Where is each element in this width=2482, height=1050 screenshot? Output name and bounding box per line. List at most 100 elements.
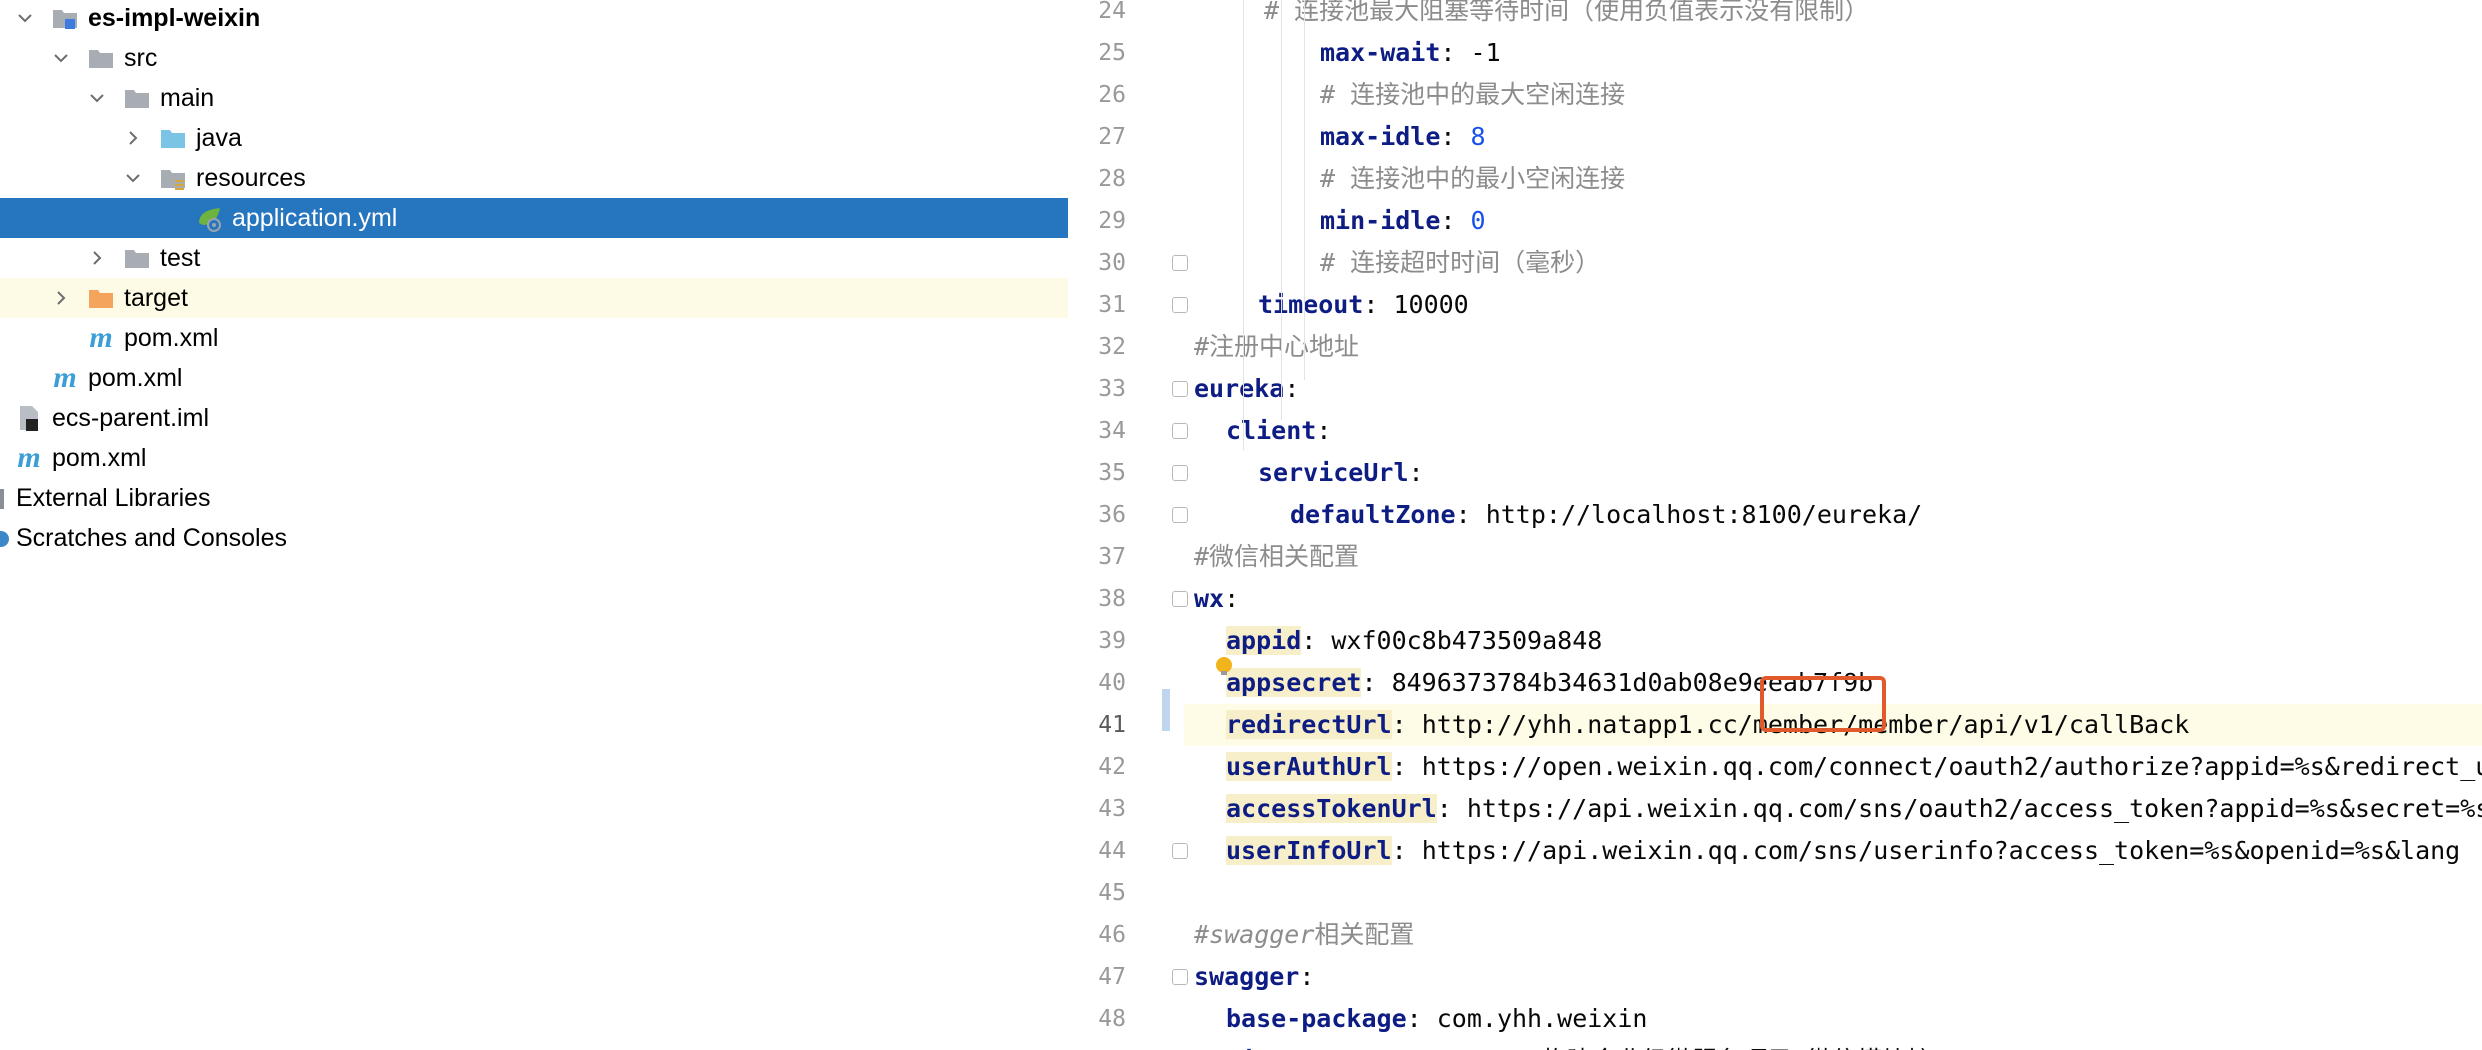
- tree-item[interactable]: External Libraries: [0, 478, 1068, 518]
- gutter-line[interactable]: 49: [1068, 1040, 1184, 1050]
- tree-item-label: pom.xml: [52, 444, 147, 472]
- yaml-key: appsecret: [1226, 668, 1362, 697]
- line-number: 34: [1098, 418, 1126, 444]
- code-line[interactable]: userAuthUrl: https://open.weixin.qq.com/…: [1184, 746, 2482, 788]
- gutter-line[interactable]: 38: [1068, 578, 1188, 620]
- code-line[interactable]: userInfoUrl: https://api.weixin.qq.com/s…: [1184, 830, 2482, 872]
- iml-file-icon: [14, 403, 44, 433]
- tree-item[interactable]: ecs-parent.iml: [0, 398, 1068, 438]
- line-number: 39: [1098, 628, 1126, 654]
- code-line[interactable]: #swagger相关配置: [1184, 914, 2482, 956]
- chevron-right-icon[interactable]: [84, 245, 110, 271]
- gutter-line[interactable]: 46: [1068, 914, 1184, 956]
- gutter-line[interactable]: 29: [1068, 200, 1184, 242]
- tree-item[interactable]: test: [0, 238, 1068, 278]
- chevron-down-icon[interactable]: [120, 165, 146, 191]
- code-line[interactable]: min-idle: 0: [1184, 200, 2482, 242]
- gutter-line[interactable]: 31: [1068, 284, 1188, 326]
- tree-item[interactable]: resources: [0, 158, 1068, 198]
- code-line[interactable]: title: SpringCloud2.x构建企业级微服务项目-微信模块接口: [1184, 1040, 2482, 1050]
- gutter-line[interactable]: 37: [1068, 536, 1184, 578]
- gutter-line[interactable]: 32: [1068, 326, 1184, 368]
- code-line[interactable]: max-wait: -1: [1184, 32, 2482, 74]
- line-number: 49: [1074, 1040, 1126, 1050]
- code-line[interactable]: # 连接池中的最小空闲连接: [1184, 158, 2482, 200]
- yaml-value: https://api.weixin.qq.com/sns/oauth2/acc…: [1466, 794, 2482, 823]
- yaml-value: :: [1299, 962, 1315, 991]
- tree-item[interactable]: src: [0, 38, 1068, 78]
- chevron-right-icon[interactable]: [48, 285, 74, 311]
- gutter-line[interactable]: 42: [1068, 746, 1184, 788]
- code-line-text: eureka:: [1194, 368, 1299, 410]
- gutter-line[interactable]: 43: [1068, 788, 1184, 830]
- gutter-line[interactable]: 33: [1068, 368, 1188, 410]
- code-editor[interactable]: 24 25 26 27 28 29 30 31 32 33 34 35 36 37 38 39 40 41 42 43…: [1068, 0, 2482, 1050]
- code-line[interactable]: swagger:: [1184, 956, 2482, 998]
- yaml-value: 10000: [1393, 290, 1469, 319]
- yaml-value: wxf00c8b473509a848: [1331, 626, 1603, 655]
- code-line[interactable]: client:: [1184, 410, 2482, 452]
- code-line[interactable]: defaultZone: http://localhost:8100/eurek…: [1184, 494, 2482, 536]
- code-line[interactable]: # 连接池中的最大空闲连接: [1184, 74, 2482, 116]
- code-line[interactable]: # 连接超时时间（毫秒）: [1184, 242, 2482, 284]
- yaml-comment: # 连接超时时间（毫秒）: [1320, 248, 1601, 277]
- code-line-text: # 连接池最大阻塞等待时间（使用负值表示没有限制）: [1264, 0, 1869, 32]
- chevron-right-icon[interactable]: [120, 125, 146, 151]
- gutter-line[interactable]: 45: [1068, 872, 1184, 914]
- gutter-line[interactable]: 36: [1068, 494, 1188, 536]
- gutter-line[interactable]: 26: [1068, 74, 1184, 116]
- yaml-key: wx: [1194, 584, 1225, 613]
- code-line[interactable]: max-idle: 8: [1184, 116, 2482, 158]
- gutter-line[interactable]: 24: [1068, 0, 1184, 32]
- tree-item[interactable]: m pom.xml: [0, 358, 1068, 398]
- chevron-down-icon[interactable]: [12, 5, 38, 31]
- yaml-value: :: [1408, 458, 1424, 487]
- tree-item[interactable]: es-impl-weixin: [0, 0, 1068, 38]
- tree-item[interactable]: m pom.xml: [0, 438, 1068, 478]
- chevron-down-icon[interactable]: [84, 85, 110, 111]
- gutter-line[interactable]: 47: [1068, 956, 1188, 998]
- gutter-line[interactable]: 48: [1068, 998, 1184, 1040]
- maven-icon: m: [89, 321, 113, 354]
- code-line[interactable]: #注册中心地址: [1184, 326, 2482, 368]
- code-line[interactable]: base-package: com.yhh.weixin: [1184, 998, 2482, 1040]
- line-number: 27: [1098, 124, 1126, 150]
- yaml-value: :: [1391, 836, 1422, 865]
- code-line-text: max-idle: 8: [1320, 116, 1486, 158]
- yaml-value: -1: [1470, 38, 1501, 67]
- code-line[interactable]: wx:: [1184, 578, 2482, 620]
- yaml-value: com.yhh.weixin: [1436, 1004, 1648, 1033]
- tree-item[interactable]: Scratches and Consoles: [0, 518, 1068, 558]
- gutter-line[interactable]: 34: [1068, 410, 1188, 452]
- tree-item[interactable]: application.yml: [0, 198, 1068, 238]
- gutter-line[interactable]: 39: [1068, 620, 1184, 662]
- yaml-value: :: [1391, 752, 1422, 781]
- code-line-text: serviceUrl:: [1258, 452, 1424, 494]
- tree-item[interactable]: m pom.xml: [0, 318, 1068, 358]
- gutter-line[interactable]: 27: [1068, 116, 1184, 158]
- vcs-change-marker[interactable]: [1162, 689, 1170, 731]
- gutter-line[interactable]: 28: [1068, 158, 1184, 200]
- tree-item[interactable]: java: [0, 118, 1068, 158]
- code-line-text: #swagger相关配置: [1194, 914, 1414, 956]
- code-line[interactable]: # 连接池最大阻塞等待时间（使用负值表示没有限制）: [1184, 0, 2482, 32]
- intention-bulb-icon[interactable]: [1214, 656, 1234, 676]
- code-line[interactable]: eureka:: [1184, 368, 2482, 410]
- tree-item[interactable]: target: [0, 278, 1068, 318]
- code-line[interactable]: #微信相关配置: [1184, 536, 2482, 578]
- code-line-text: userAuthUrl: https://open.weixin.qq.com/…: [1226, 746, 2482, 788]
- code-line[interactable]: serviceUrl:: [1184, 452, 2482, 494]
- gutter-line[interactable]: 35: [1068, 452, 1188, 494]
- yaml-value: SpringCloud2.x构建企业级微服务项目-微信模块接口: [1331, 1046, 1957, 1050]
- gutter-line[interactable]: 44: [1068, 830, 1188, 872]
- code-line[interactable]: accessTokenUrl: https://api.weixin.qq.co…: [1184, 788, 2482, 830]
- tree-item[interactable]: main: [0, 78, 1068, 118]
- chevron-down-icon[interactable]: [48, 45, 74, 71]
- gutter-line[interactable]: 25: [1068, 32, 1184, 74]
- gutter-line[interactable]: 30: [1068, 242, 1188, 284]
- line-number: 26: [1098, 82, 1126, 108]
- code-line[interactable]: appid: wxf00c8b473509a848: [1184, 620, 2482, 662]
- code-line[interactable]: timeout: 10000: [1184, 284, 2482, 326]
- code-line[interactable]: [1184, 872, 2482, 914]
- code-line-text: #微信相关配置: [1194, 536, 1359, 578]
